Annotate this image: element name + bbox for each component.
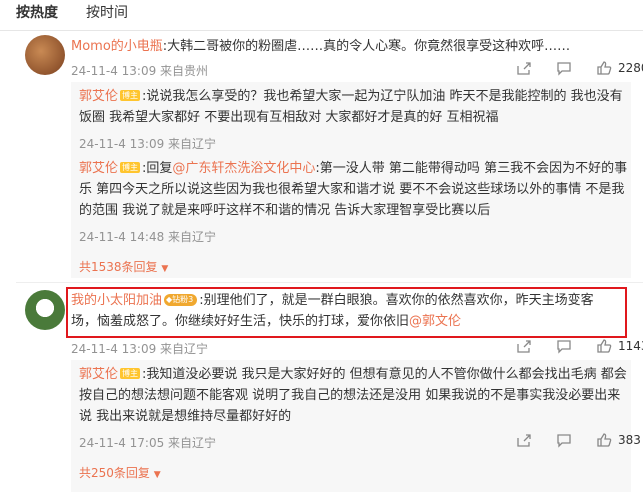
more-replies-link[interactable]: 共250条回复 ▼ [79,464,161,481]
reply-meta: 24-11-4 13:09 来自辽宁 [79,137,217,151]
tabs-divider [0,30,643,31]
avatar[interactable] [25,290,65,330]
reply-item: 郭艾伦 博主:回复@广东轩杰洗浴文化中心:第一没人带 第二能带得动吗 第三我不会因… [79,158,629,221]
username[interactable]: 郭艾伦 [79,161,118,176]
share-icon[interactable] [516,338,532,354]
like-count: 383 [618,433,641,447]
blogger-badge: 博主 [120,368,141,379]
comment-meta: 24-11-4 13:09 来自辽宁 [71,342,209,356]
divider [16,282,643,283]
blogger-badge: 博主 [120,162,141,173]
mention-link[interactable]: @郭文伦 [409,314,461,329]
comment-icon[interactable] [556,338,572,354]
like-icon[interactable] [596,432,612,448]
reply-meta: 24-11-4 14:48 来自辽宁 [79,230,217,244]
fan-badge: ◆钻粉3 [164,294,198,306]
reply-meta: 24-11-4 17:05 来自辽宁 [79,436,217,450]
reply-item: 郭艾伦 博主:我知道没必要说 我只是大家好好的 但想有意见的人不管你做什么都会找出… [79,364,629,427]
more-replies-link[interactable]: 共1538条回复 ▼ [79,258,168,275]
comment-meta: 24-11-4 13:09 来自贵州 [71,64,209,78]
tab-hot[interactable]: 按热度 [16,2,58,22]
like-icon[interactable] [596,60,612,76]
like-count: 1143 [618,339,643,353]
avatar[interactable] [25,35,65,75]
username[interactable]: Momo的小电瓶 [71,39,163,54]
reply-body: :说说我怎么享受的？我也希望大家一起为辽宁队加油 昨天不是我能控制的 我也没有饭… [79,89,623,125]
share-icon[interactable] [516,60,532,76]
blogger-badge: 博主 [120,90,141,101]
username[interactable]: 郭艾伦 [79,367,118,382]
comment-text: Momo的小电瓶:大韩二哥被你的粉圈虐……真的令人心寒。你竟然很享受这种欢呼…… [71,36,631,57]
comment-text: 我的小太阳加油 ◆钻粉3:别理他们了，就是一群白眼狼。喜欢你的依然喜欢你，昨天主场… [71,290,616,332]
share-icon[interactable] [516,432,532,448]
comment-icon[interactable] [556,432,572,448]
chevron-down-icon: ▼ [153,470,161,480]
username[interactable]: 我的小太阳加油 [71,293,162,308]
like-count: 2280 [618,61,643,75]
reply-prefix: :回复 [142,161,173,176]
sort-tabs: 按热度 按时间 [0,0,643,30]
reply-body: :我知道没必要说 我只是大家好好的 但想有意见的人不管你做什么都会找出毛病 都会… [79,367,627,424]
comment-body: :大韩二哥被你的粉圈虐……真的令人心寒。你竟然很享受这种欢呼…… [162,39,571,54]
chevron-down-icon: ▼ [161,264,169,274]
comment-icon[interactable] [556,60,572,76]
reply-item: 郭艾伦 博主:说说我怎么享受的？我也希望大家一起为辽宁队加油 昨天不是我能控制的 … [79,86,629,128]
tab-time[interactable]: 按时间 [86,2,128,22]
like-icon[interactable] [596,338,612,354]
mention-link[interactable]: @广东轩杰洗浴文化中心 [172,161,315,176]
username[interactable]: 郭艾伦 [79,89,118,104]
